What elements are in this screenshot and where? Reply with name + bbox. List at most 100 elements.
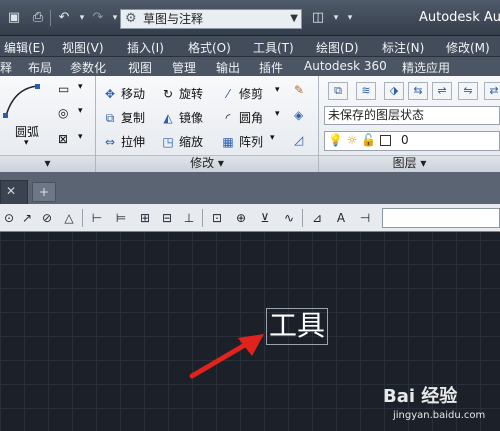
stretch-button[interactable]: ⇔ 拉伸	[102, 133, 145, 150]
dim-radius-icon[interactable]: ↗	[18, 209, 36, 227]
chevron-down-icon: ▾	[44, 156, 51, 170]
file-tab-strip: ✕ +	[0, 172, 500, 204]
draw-panel-footer[interactable]: ▾	[0, 155, 95, 172]
dim-baseline-icon[interactable]: ⊨	[112, 209, 130, 227]
mirror-icon: ◭	[163, 111, 173, 125]
menu-tools[interactable]: 工具(T)	[253, 39, 294, 56]
toolbar-divider	[202, 209, 203, 227]
customize-quick-access-icon[interactable]: ▾	[340, 9, 360, 27]
gear-icon: ⚙	[125, 11, 137, 26]
menu-insert[interactable]: 插入(I)	[127, 39, 164, 56]
rotate-icon: ↻	[162, 87, 174, 101]
drawing-tab[interactable]: ✕	[0, 180, 28, 204]
dim-text-edit-icon[interactable]: A	[332, 209, 350, 227]
fillet-button[interactable]: ◜ 圆角	[220, 109, 263, 126]
move-button[interactable]: ✥ 移动	[102, 85, 145, 102]
tab-output[interactable]: 输出	[216, 59, 240, 76]
hatch-icon[interactable]: ⊠	[58, 132, 68, 146]
layer-color-swatch	[380, 135, 392, 146]
tab-annotate[interactable]: 释	[0, 59, 12, 76]
drawn-mtext[interactable]: 工具	[266, 308, 328, 345]
rectangle-dropdown-icon[interactable]: ▾	[78, 82, 83, 92]
layer-properties-icon[interactable]: ⧉	[328, 82, 348, 100]
menu-format[interactable]: 格式(O)	[188, 39, 231, 56]
new-tab-button[interactable]: +	[32, 182, 56, 202]
mirror-button[interactable]: ◭ 镜像	[160, 109, 203, 126]
tab-autodesk-360[interactable]: Autodesk 360	[304, 59, 387, 73]
move-icon: ✥	[104, 87, 116, 101]
dim-jogged-icon[interactable]: ⊘	[38, 209, 56, 227]
trim-dropdown-icon[interactable]: ▾	[275, 85, 280, 95]
move-label: 移动	[121, 87, 146, 101]
dim-continue-icon[interactable]: ⊞	[136, 209, 154, 227]
save-icon[interactable]: ▣	[4, 9, 24, 27]
menu-modify[interactable]: 修改(M)	[446, 39, 490, 56]
ellipse-dropdown-icon[interactable]: ▾	[78, 106, 83, 116]
rectangle-icon[interactable]: ▭	[58, 82, 69, 96]
layers-panel-title: 图层	[392, 156, 417, 170]
layer-freeze-icon[interactable]: ⇄	[484, 82, 500, 100]
dim-diameter-icon[interactable]: ⊙	[0, 209, 18, 227]
title-bar: ▣ ⎙ ↶ ▾ ↷ ▾ ⚙ 草图与注释 ▼ ◫ ▾ ▾ Autodesk Aut…	[0, 0, 500, 36]
dim-space-icon[interactable]: ⊟	[158, 209, 176, 227]
plus-icon: +	[38, 185, 50, 199]
dim-edit-icon[interactable]: ⊿	[308, 209, 326, 227]
menu-view[interactable]: 视图(V)	[62, 39, 104, 56]
dim-angular-icon[interactable]: △	[60, 209, 78, 227]
ellipse-icon[interactable]: ◎	[58, 106, 68, 120]
modify-panel-title: 修改	[190, 156, 215, 170]
close-icon[interactable]: ✕	[6, 184, 16, 198]
dim-style-dropdown[interactable]	[382, 208, 500, 228]
tolerance-icon[interactable]: ⊡	[208, 209, 226, 227]
layer-previous-icon[interactable]: ⇆	[408, 82, 428, 100]
workspace-label: 草图与注释	[143, 12, 204, 26]
copy-label: 复制	[121, 111, 146, 125]
menu-edit[interactable]: 编辑(E)	[4, 39, 45, 56]
current-layer-dropdown[interactable]: 💡 ☼ 🔓 0	[324, 131, 500, 151]
undo-icon[interactable]: ↶	[54, 9, 74, 27]
print-icon[interactable]: ⎙	[28, 9, 48, 27]
layer-isolate-icon[interactable]: ⇌	[432, 82, 452, 100]
layer-match-icon[interactable]: ⬗	[384, 82, 404, 100]
workspace-selector[interactable]: ⚙ 草图与注释 ▼	[120, 9, 302, 29]
arc-icon[interactable]	[2, 82, 42, 120]
ribbon-tabs: 释 布局 参数化 视图 管理 输出 插件 Autodesk 360 精选应用	[0, 57, 500, 76]
watermark-url: jingyan.baidu.com	[393, 410, 486, 421]
arc-dropdown-icon[interactable]: ▾	[24, 138, 29, 148]
dim-inspect-icon[interactable]: ⊻	[256, 209, 274, 227]
menu-draw[interactable]: 绘图(D)	[316, 39, 359, 56]
scale-button[interactable]: ◳ 缩放	[160, 133, 203, 150]
tab-parametric[interactable]: 参数化	[70, 59, 106, 76]
layer-state-icon[interactable]: ≋	[356, 82, 376, 100]
modify-panel-footer[interactable]: 修改 ▾	[96, 155, 318, 172]
tab-featured-apps[interactable]: 精选应用	[402, 59, 450, 76]
rotate-button[interactable]: ↻ 旋转	[160, 85, 203, 102]
tab-layout[interactable]: 布局	[28, 59, 52, 76]
stretch-icon: ⇔	[104, 135, 116, 149]
layer-state-dropdown[interactable]: 未保存的图层状态	[324, 106, 500, 125]
dim-update-icon[interactable]: ⊣	[356, 209, 374, 227]
layer-unisolate-icon[interactable]: ⇋	[458, 82, 478, 100]
tab-manage[interactable]: 管理	[172, 59, 196, 76]
center-mark-icon[interactable]: ⊕	[232, 209, 250, 227]
erase-icon[interactable]: ✎	[294, 83, 304, 97]
copy-button[interactable]: ⧉ 复制	[102, 109, 145, 126]
trim-button[interactable]: ⁄ 修剪	[220, 85, 263, 102]
red-arrow-annotation	[189, 334, 264, 379]
hatch-dropdown-icon[interactable]: ▾	[78, 132, 83, 142]
sun-icon: ☼	[346, 133, 358, 147]
explode-icon[interactable]: ◈	[294, 108, 303, 122]
layer-tool-icon[interactable]: ◫	[308, 9, 328, 27]
lightbulb-icon: 💡	[328, 133, 343, 147]
array-button[interactable]: ▦ 阵列	[220, 133, 263, 150]
menu-dimension[interactable]: 标注(N)	[382, 39, 424, 56]
array-dropdown-icon[interactable]: ▾	[270, 133, 275, 143]
dim-break-icon[interactable]: ⊥	[180, 209, 198, 227]
offset-icon[interactable]: ◿	[294, 133, 303, 147]
tab-view[interactable]: 视图	[128, 59, 152, 76]
dim-jogged-linear-icon[interactable]: ∿	[280, 209, 298, 227]
layers-panel-footer[interactable]: 图层 ▾	[319, 155, 500, 172]
tab-plugins[interactable]: 插件	[259, 59, 283, 76]
dim-quick-icon[interactable]: ⊢	[88, 209, 106, 227]
fillet-dropdown-icon[interactable]: ▾	[275, 109, 280, 119]
